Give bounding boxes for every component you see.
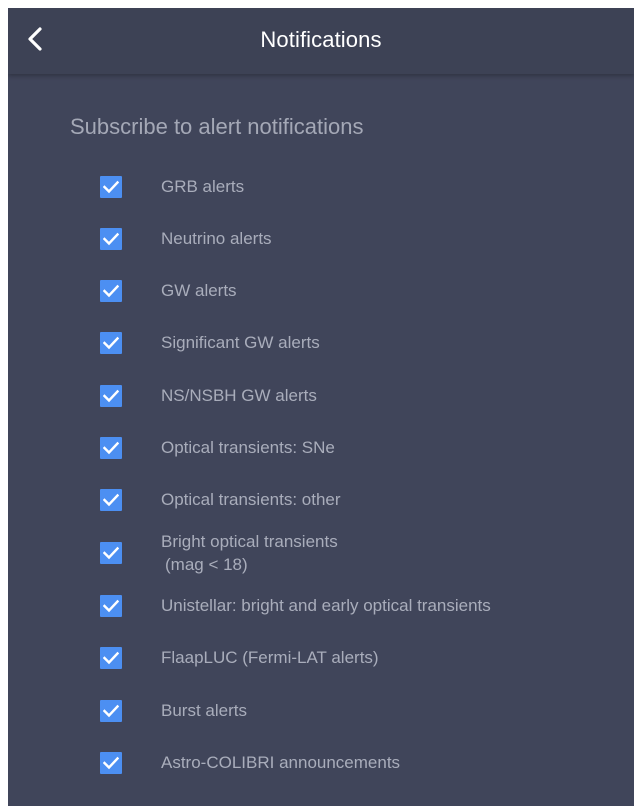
alert-label: Bright optical transients (mag < 18) [161, 530, 338, 576]
alert-label-text: FlaapLUC (Fermi-LAT alerts) [161, 648, 379, 667]
checkmark-icon [103, 704, 119, 718]
alert-option-flaapluc[interactable]: FlaapLUC (Fermi-LAT alerts) [100, 643, 620, 673]
alert-label-text: Burst alerts [161, 701, 247, 720]
checkbox-burst[interactable] [100, 700, 122, 722]
checkbox-neutrino[interactable] [100, 228, 122, 250]
alert-label-text: Significant GW alerts [161, 333, 320, 352]
checkbox-unistellar[interactable] [100, 595, 122, 617]
checkmark-icon [103, 756, 119, 770]
checkbox-grb[interactable] [100, 176, 122, 198]
alert-option-optical-other[interactable]: Optical transients: other [100, 485, 620, 515]
alert-option-ns-nsbh-gw[interactable]: NS/NSBH GW alerts [100, 381, 620, 411]
checkbox-bright-optical[interactable] [100, 542, 122, 564]
alert-label-text: Astro-COLIBRI announcements [161, 753, 401, 772]
alert-label: Burst alerts [161, 701, 247, 721]
checkmark-icon [103, 599, 119, 613]
notifications-screen: Notifications Subscribe to alert notific… [8, 8, 634, 806]
checkmark-icon [103, 389, 119, 403]
alert-label-text: GW alerts [161, 281, 237, 300]
alert-label-text: Unistellar: bright and early optical tra… [161, 596, 491, 615]
alert-option-neutrino[interactable]: Neutrino alerts [100, 224, 620, 254]
checkbox-optical-other[interactable] [100, 489, 122, 511]
alert-label-text: Bright optical transients [161, 532, 338, 551]
alert-option-optical-sne[interactable]: Optical transients: SNe [100, 433, 620, 463]
alert-label: Unistellar: bright and early optical tra… [161, 596, 491, 616]
checkmark-icon [103, 546, 119, 560]
checkbox-flaapluc[interactable] [100, 647, 122, 669]
checkmark-icon [103, 336, 119, 350]
alert-option-grb[interactable]: GRB alerts [100, 172, 620, 202]
alert-option-gw[interactable]: GW alerts [100, 276, 620, 306]
alert-label: GW alerts [161, 281, 237, 301]
alert-label-text: Optical transients: other [161, 490, 341, 509]
alert-label-text: NS/NSBH GW alerts [161, 386, 317, 405]
alert-label: Optical transients: other [161, 490, 341, 510]
app-bar: Notifications [8, 8, 634, 74]
alert-option-significant-gw[interactable]: Significant GW alerts [100, 328, 620, 358]
checkmark-icon [103, 180, 119, 194]
alert-label-text: GRB alerts [161, 177, 245, 196]
alert-label: Neutrino alerts [161, 229, 272, 249]
alert-label-text: Neutrino alerts [161, 229, 272, 248]
checkbox-significant-gw[interactable] [100, 332, 122, 354]
checkmark-icon [103, 284, 119, 298]
checkbox-gw[interactable] [100, 280, 122, 302]
alert-label: Significant GW alerts [161, 333, 320, 353]
alert-label: NS/NSBH GW alerts [161, 386, 317, 406]
checkmark-icon [103, 232, 119, 246]
section-title: Subscribe to alert notifications [70, 114, 364, 139]
alert-label: Astro-COLIBRI announcements [161, 753, 400, 773]
checkmark-icon [103, 493, 119, 507]
checkbox-optical-sne[interactable] [100, 437, 122, 459]
page-title: Notifications [260, 27, 382, 52]
alert-option-burst[interactable]: Burst alerts [100, 696, 620, 726]
alert-label-text: Optical transients: SNe [161, 438, 335, 457]
alert-label-subtext: (mag < 18) [165, 555, 248, 574]
alert-option-unistellar[interactable]: Unistellar: bright and early optical tra… [100, 591, 620, 621]
alert-label: FlaapLUC (Fermi-LAT alerts) [161, 648, 379, 668]
alert-option-bright-optical[interactable]: Bright optical transients (mag < 18) [100, 532, 620, 574]
checkbox-ns-nsbh-gw[interactable] [100, 385, 122, 407]
checkmark-icon [103, 651, 119, 665]
alert-label: GRB alerts [161, 177, 244, 197]
alert-label: Optical transients: SNe [161, 438, 335, 458]
checkbox-astro-colibri[interactable] [100, 752, 122, 774]
alert-option-astro-colibri[interactable]: Astro-COLIBRI announcements [100, 748, 620, 778]
checkmark-icon [103, 441, 119, 455]
